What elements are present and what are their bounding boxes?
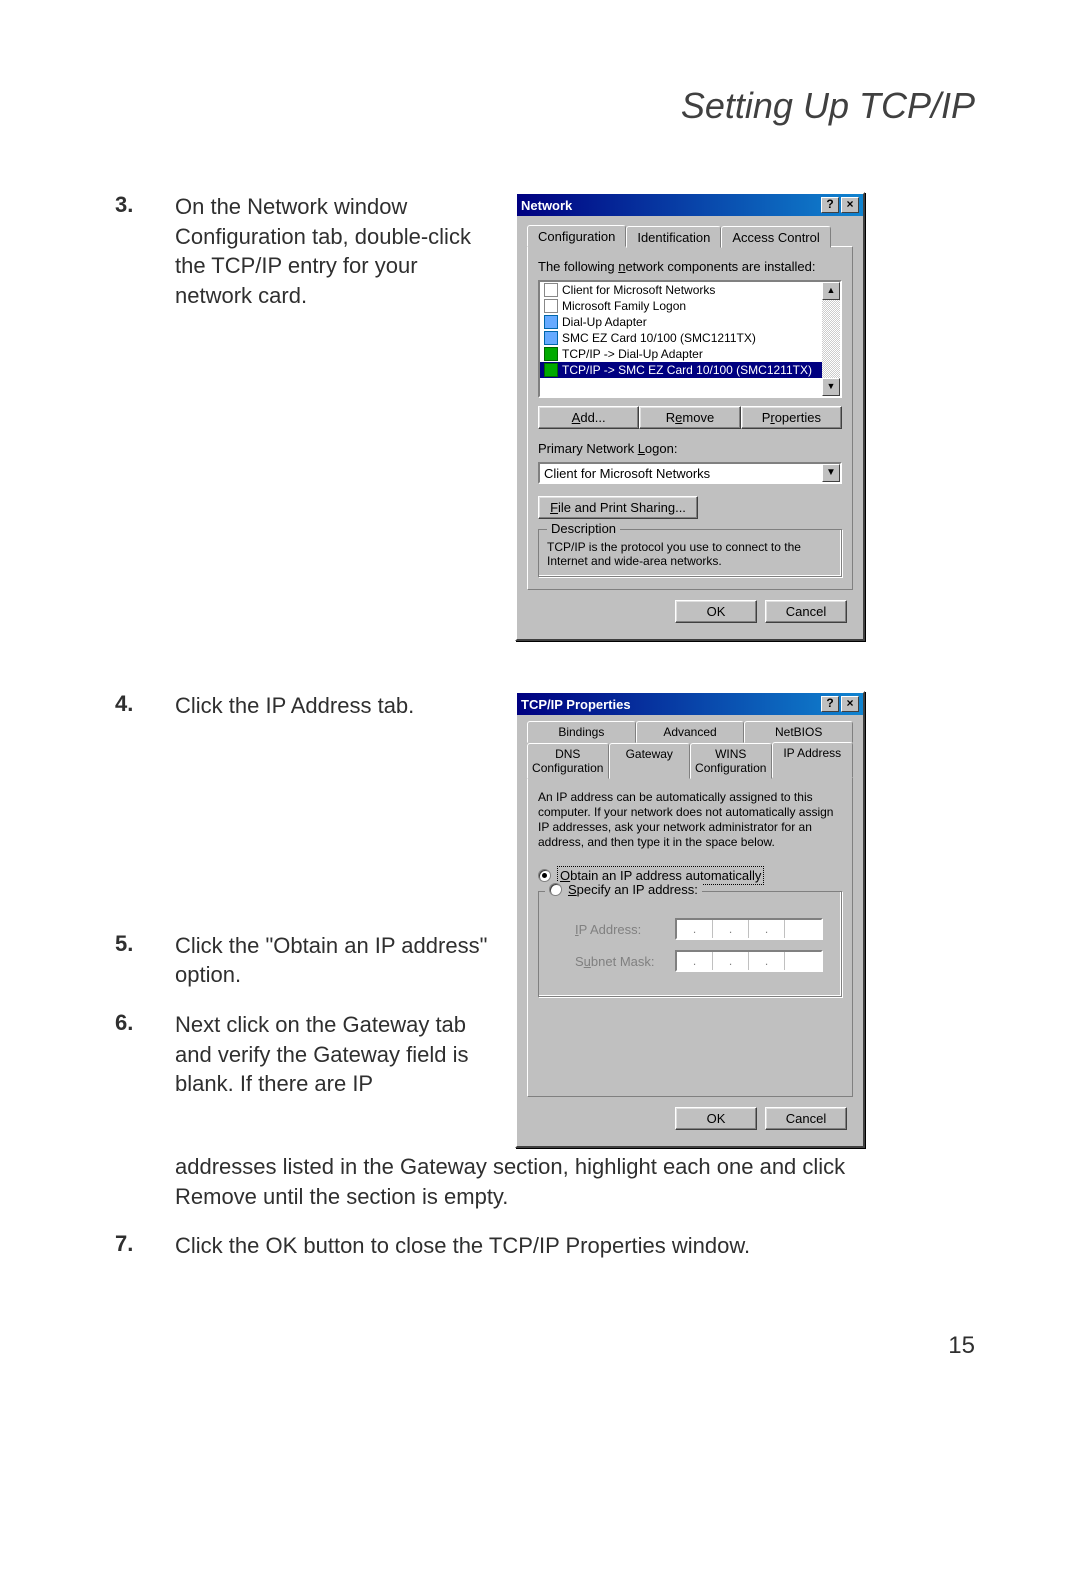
cancel-button[interactable]: Cancel (765, 1107, 847, 1130)
step-4-text: Click the IP Address tab. (175, 691, 414, 721)
tcpip-title-text: TCP/IP Properties (521, 697, 631, 712)
help-icon[interactable]: ? (821, 696, 839, 712)
step-3-number: 3. (115, 192, 175, 218)
subnet-mask-input[interactable]: ... (675, 950, 823, 972)
tcpip-titlebar[interactable]: TCP/IP Properties ? × (517, 693, 863, 715)
list-item-selected[interactable]: TCP/IP -> SMC EZ Card 10/100 (SMC1211TX) (540, 362, 822, 378)
subnet-mask-label: Subnet Mask: (575, 954, 665, 969)
step-6-text-start: Next click on the Gateway tab and verify… (175, 1010, 495, 1099)
step-4-number: 4. (115, 691, 175, 717)
tab-advanced[interactable]: Advanced (636, 721, 745, 743)
description-text: TCP/IP is the protocol you use to connec… (547, 540, 833, 568)
list-item[interactable]: Microsoft Family Logon (540, 298, 822, 314)
tcpip-properties-dialog: TCP/IP Properties ? × Bindings Advanced … (515, 691, 865, 1148)
description-legend: Description (547, 521, 620, 536)
step-7-text: Click the OK button to close the TCP/IP … (175, 1231, 750, 1261)
list-item[interactable]: Dial-Up Adapter (540, 314, 822, 330)
adapter-icon (544, 331, 558, 345)
tab-ip-address[interactable]: IP Address (772, 742, 854, 778)
components-listbox[interactable]: Client for Microsoft Networks Microsoft … (538, 280, 842, 398)
step-7-number: 7. (115, 1231, 175, 1257)
scroll-up-icon[interactable]: ▲ (822, 282, 840, 300)
scrollbar[interactable]: ▲ ▼ (822, 282, 840, 396)
tab-configuration[interactable]: Configuration (527, 225, 626, 247)
remove-button[interactable]: Remove (639, 406, 740, 429)
list-item[interactable]: SMC EZ Card 10/100 (SMC1211TX) (540, 330, 822, 346)
radio-icon (538, 869, 551, 882)
ip-address-label: IP Address: (575, 922, 665, 937)
radio-specify-ip[interactable]: Specify an IP address: (545, 882, 702, 897)
properties-button[interactable]: Properties (741, 406, 842, 429)
scroll-down-icon[interactable]: ▼ (822, 378, 840, 396)
step-3-text: On the Network window Configuration tab,… (175, 192, 495, 311)
step-6-text-cont: addresses listed in the Gateway section,… (175, 1152, 895, 1211)
network-titlebar[interactable]: Network ? × (517, 194, 863, 216)
primary-logon-select[interactable]: Client for Microsoft Networks ▼ (538, 462, 842, 484)
tab-dns-config[interactable]: DNS Configuration (527, 743, 609, 779)
ip-address-input[interactable]: ... (675, 918, 823, 940)
primary-logon-label: Primary Network Logon: (538, 441, 842, 456)
client-icon (544, 283, 558, 297)
network-title-text: Network (521, 198, 572, 213)
close-icon[interactable]: × (841, 197, 859, 213)
page-title: Setting Up TCP/IP (115, 85, 975, 127)
ok-button[interactable]: OK (675, 600, 757, 623)
adapter-icon (544, 315, 558, 329)
tab-wins-config[interactable]: WINS Configuration (690, 743, 772, 779)
list-item[interactable]: Client for Microsoft Networks (540, 282, 822, 298)
tab-gateway[interactable]: Gateway (609, 743, 691, 779)
tab-netbios[interactable]: NetBIOS (744, 721, 853, 743)
step-5-text: Click the "Obtain an IP address" option. (175, 931, 495, 990)
add-button[interactable]: Add... (538, 406, 639, 429)
network-dialog: Network ? × Configuration Identification… (515, 192, 865, 641)
file-print-sharing-button[interactable]: File and Print Sharing... (538, 496, 698, 519)
protocol-icon (544, 347, 558, 361)
list-item[interactable]: TCP/IP -> Dial-Up Adapter (540, 346, 822, 362)
ip-address-help-text: An IP address can be automatically assig… (538, 790, 842, 850)
step-5-number: 5. (115, 931, 175, 957)
chevron-down-icon[interactable]: ▼ (822, 464, 840, 482)
cancel-button[interactable]: Cancel (765, 600, 847, 623)
protocol-icon (544, 363, 558, 377)
help-icon[interactable]: ? (821, 197, 839, 213)
page-number: 15 (948, 1332, 975, 1360)
tab-access-control[interactable]: Access Control (721, 226, 830, 248)
tab-identification[interactable]: Identification (626, 226, 721, 248)
radio-icon (549, 883, 562, 896)
step-6-number: 6. (115, 1010, 175, 1036)
tab-bindings[interactable]: Bindings (527, 721, 636, 743)
client-icon (544, 299, 558, 313)
close-icon[interactable]: × (841, 696, 859, 712)
primary-logon-value: Client for Microsoft Networks (540, 464, 822, 482)
installed-components-label: The following network components are ins… (538, 259, 842, 274)
ok-button[interactable]: OK (675, 1107, 757, 1130)
